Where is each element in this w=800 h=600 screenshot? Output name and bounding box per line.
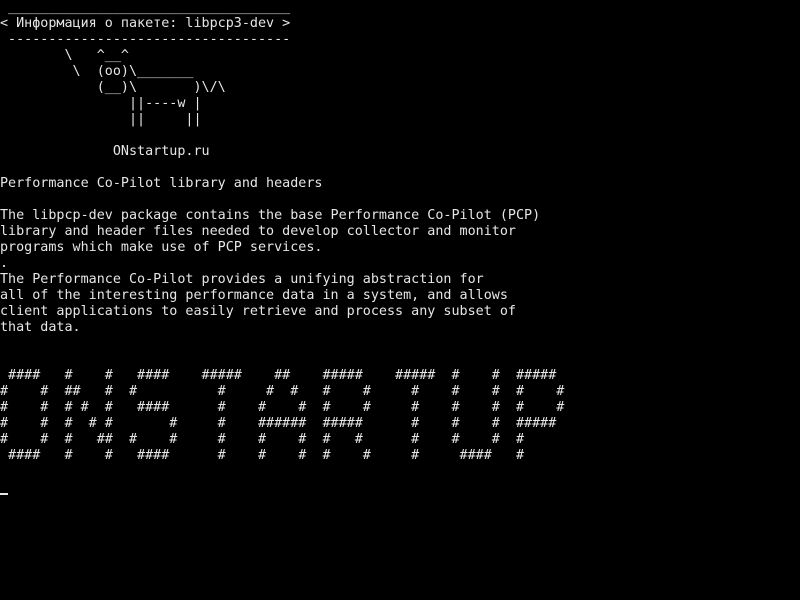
banner-art-line: # # ## # # # # # # # # # # # # bbox=[0, 384, 565, 399]
speech-bubble-bottom: ----------------------------------- bbox=[0, 32, 291, 47]
banner-art-line: # # # # # # # ###### ##### # # # ##### bbox=[0, 416, 557, 431]
description-line: The libpcp-dev package contains the base… bbox=[0, 208, 541, 223]
speech-bubble-top: ___________________________________ bbox=[0, 0, 291, 15]
cow-art-line: \ ^__^ bbox=[0, 48, 129, 63]
description-line: programs which make use of PCP services. bbox=[0, 240, 323, 255]
description-line: The Performance Co-Pilot provides a unif… bbox=[0, 272, 484, 287]
cow-art-line: || || bbox=[0, 112, 202, 127]
description-line: that data. bbox=[0, 320, 81, 335]
text-cursor bbox=[0, 493, 8, 495]
banner-art-line: #### # # #### ##### ## ##### ##### # # #… bbox=[0, 368, 557, 383]
description-line: library and header files needed to devel… bbox=[0, 224, 516, 239]
banner-art-line: # # # ## # # # # # # # # # # # bbox=[0, 432, 525, 447]
banner-art-line: #### # # #### # # # # # # #### # bbox=[0, 448, 525, 463]
description-line: all of the interesting performance data … bbox=[0, 288, 508, 303]
terminal-screen[interactable]: ___________________________________ < Ин… bbox=[0, 0, 800, 600]
cow-art-line: (__)\ )\/\ bbox=[0, 80, 226, 95]
speech-bubble-text: < Информация о пакете: libpcp3-dev > bbox=[0, 16, 291, 31]
banner-art-line: # # # # # #### # # # # # # # # # # bbox=[0, 400, 565, 415]
site-caption: ONstartup.ru bbox=[0, 144, 210, 159]
cow-art-line: \ (oo)\_______ bbox=[0, 64, 194, 79]
description-line: client applications to easily retrieve a… bbox=[0, 304, 516, 319]
cow-art-line: ||----w | bbox=[0, 96, 202, 111]
description-line: . bbox=[0, 256, 9, 271]
package-summary: Performance Co-Pilot library and headers bbox=[0, 176, 323, 191]
